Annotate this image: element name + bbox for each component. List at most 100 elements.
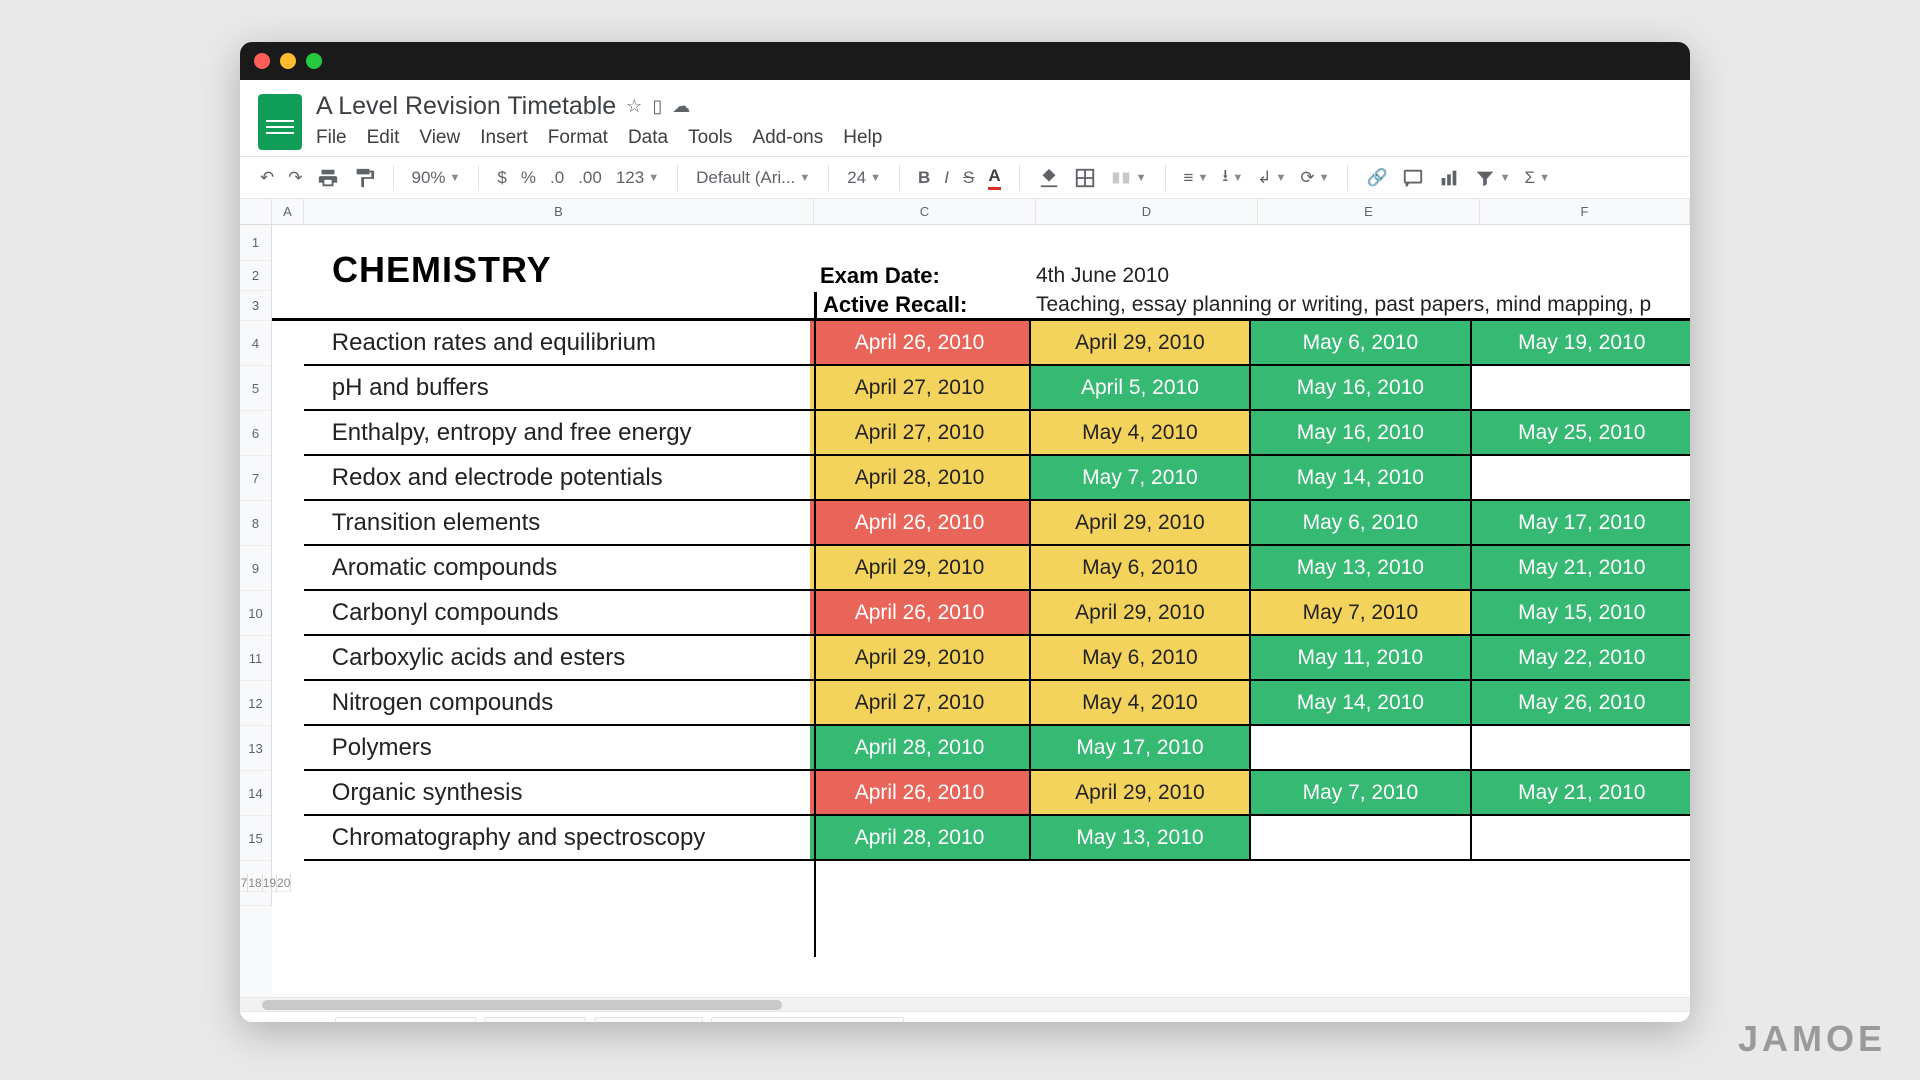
menu-file[interactable]: File <box>316 127 347 149</box>
date-cell[interactable]: April 29, 2010 <box>810 546 1030 591</box>
menu-format[interactable]: Format <box>548 127 608 149</box>
date-cell[interactable]: May 4, 2010 <box>1031 411 1251 456</box>
menu-tools[interactable]: Tools <box>688 127 732 149</box>
print-button[interactable] <box>317 167 339 189</box>
row-header[interactable]: 13 <box>240 726 272 771</box>
insert-link-button[interactable]: 🔗 <box>1366 168 1387 188</box>
row-header[interactable]: 11 <box>240 636 272 681</box>
date-cell[interactable]: April 28, 2010 <box>810 456 1030 501</box>
date-cell[interactable]: May 4, 2010 <box>1031 681 1251 726</box>
col-header-b[interactable]: B <box>304 199 814 224</box>
zoom-dropdown[interactable]: 90%▼ <box>412 168 461 188</box>
undo-button[interactable]: ↶ <box>260 168 274 188</box>
star-icon[interactable]: ☆ <box>626 96 642 117</box>
date-cell[interactable] <box>1472 456 1690 501</box>
row-header[interactable]: 15 <box>240 816 272 861</box>
horizontal-align-button[interactable]: ≡▼ <box>1184 168 1209 188</box>
document-title[interactable]: A Level Revision Timetable <box>316 92 616 121</box>
topic-name[interactable]: Chromatography and spectroscopy <box>304 816 811 861</box>
date-cell[interactable]: May 7, 2010 <box>1251 591 1471 636</box>
text-color-button[interactable]: A <box>988 166 1000 190</box>
horizontal-scrollbar[interactable] <box>240 997 1690 1011</box>
date-cell[interactable]: April 29, 2010 <box>1031 771 1251 816</box>
date-cell[interactable]: May 7, 2010 <box>1031 456 1251 501</box>
fontsize-dropdown[interactable]: 24▼ <box>847 168 881 188</box>
row-header[interactable]: 8 <box>240 501 272 546</box>
percent-button[interactable]: % <box>521 168 536 188</box>
col-header-f[interactable]: F <box>1480 199 1690 224</box>
text-rotation-button[interactable]: ⟳▼ <box>1300 168 1329 188</box>
menu-view[interactable]: View <box>419 127 460 149</box>
row-header[interactable]: 2 <box>240 261 272 291</box>
date-cell[interactable]: April 26, 2010 <box>810 501 1030 546</box>
date-cell[interactable]: April 29, 2010 <box>810 636 1030 681</box>
col-header-c[interactable]: C <box>814 199 1036 224</box>
menu-addons[interactable]: Add-ons <box>752 127 823 149</box>
date-cell[interactable]: April 26, 2010 <box>810 771 1030 816</box>
sheet-tab-maths[interactable]: Maths▼ <box>484 1017 586 1023</box>
date-cell[interactable]: April 5, 2010 <box>1031 366 1251 411</box>
currency-button[interactable]: $ <box>497 168 506 188</box>
text-wrap-button[interactable]: ↲▼ <box>1257 168 1286 188</box>
maximize-window-button[interactable] <box>306 53 322 69</box>
date-cell[interactable]: May 13, 2010 <box>1031 816 1251 861</box>
insert-chart-button[interactable] <box>1438 167 1460 189</box>
topic-name[interactable]: Polymers <box>304 726 811 771</box>
menu-insert[interactable]: Insert <box>480 127 528 149</box>
menu-edit[interactable]: Edit <box>367 127 400 149</box>
row-header[interactable]: 5 <box>240 366 272 411</box>
date-cell[interactable]: May 14, 2010 <box>1251 681 1471 726</box>
topic-name[interactable]: Transition elements <box>304 501 811 546</box>
date-cell[interactable]: April 29, 2010 <box>1031 591 1251 636</box>
topic-name[interactable]: pH and buffers <box>304 366 811 411</box>
date-cell[interactable]: May 14, 2010 <box>1251 456 1471 501</box>
number-format-dropdown[interactable]: 123▼ <box>616 168 659 188</box>
vertical-align-button[interactable]: ⭳▼ <box>1222 163 1243 192</box>
date-cell[interactable]: May 13, 2010 <box>1251 546 1471 591</box>
date-cell[interactable]: April 27, 2010 <box>810 681 1030 726</box>
sheet-tab-history[interactable]: History▼ <box>594 1017 703 1023</box>
date-cell[interactable]: May 25, 2010 <box>1472 411 1690 456</box>
spreadsheet-grid[interactable]: CHEMISTRY Exam Date: 4th June 2010 Activ… <box>272 225 1690 997</box>
merge-cells-button[interactable]: ▼ <box>1110 167 1147 189</box>
date-cell[interactable]: May 17, 2010 <box>1031 726 1251 771</box>
date-cell[interactable]: April 28, 2010 <box>810 726 1030 771</box>
sheet-tab-chemistry[interactable]: Chemistry▼ <box>335 1017 476 1023</box>
date-cell[interactable]: April 27, 2010 <box>810 411 1030 456</box>
decrease-decimal-button[interactable]: .0 <box>550 168 564 188</box>
date-cell[interactable] <box>1251 726 1471 771</box>
date-cell[interactable]: May 15, 2010 <box>1472 591 1690 636</box>
col-header-e[interactable]: E <box>1258 199 1480 224</box>
all-sheets-button[interactable]: ☰ <box>297 1021 327 1022</box>
date-cell[interactable]: April 29, 2010 <box>1031 321 1251 366</box>
date-cell[interactable]: April 27, 2010 <box>810 366 1030 411</box>
date-cell[interactable]: April 26, 2010 <box>810 321 1030 366</box>
date-cell[interactable]: May 11, 2010 <box>1251 636 1471 681</box>
date-cell[interactable]: May 6, 2010 <box>1031 546 1251 591</box>
functions-button[interactable]: Σ▼ <box>1525 168 1550 188</box>
topic-name[interactable]: Nitrogen compounds <box>304 681 811 726</box>
scrollbar-thumb[interactable] <box>262 1000 782 1010</box>
topic-name[interactable]: Reaction rates and equilibrium <box>304 321 811 366</box>
fill-color-button[interactable] <box>1038 167 1060 189</box>
paint-format-button[interactable] <box>353 167 375 189</box>
sheet-tab-english[interactable]: English Literature▼ <box>711 1017 904 1023</box>
row-header[interactable]: 12 <box>240 681 272 726</box>
date-cell[interactable]: April 29, 2010 <box>1031 501 1251 546</box>
date-cell[interactable]: May 6, 2010 <box>1031 636 1251 681</box>
move-folder-icon[interactable]: ▯ <box>652 96 662 117</box>
font-dropdown[interactable]: Default (Ari...▼ <box>696 168 810 188</box>
topic-name[interactable]: Enthalpy, entropy and free energy <box>304 411 811 456</box>
col-header-a[interactable]: A <box>272 199 304 224</box>
row-header[interactable]: 14 <box>240 771 272 816</box>
date-cell[interactable]: May 26, 2010 <box>1472 681 1690 726</box>
topic-name[interactable]: Carboxylic acids and esters <box>304 636 811 681</box>
row-header[interactable]: 4 <box>240 321 272 366</box>
date-cell[interactable]: May 21, 2010 <box>1472 546 1690 591</box>
row-header[interactable]: 1 <box>240 225 272 261</box>
filter-button[interactable]: ▼ <box>1474 167 1511 189</box>
increase-decimal-button[interactable]: .00 <box>578 168 602 188</box>
menu-help[interactable]: Help <box>843 127 882 149</box>
strikethrough-button[interactable]: S <box>963 168 974 188</box>
date-cell[interactable]: May 19, 2010 <box>1472 321 1690 366</box>
